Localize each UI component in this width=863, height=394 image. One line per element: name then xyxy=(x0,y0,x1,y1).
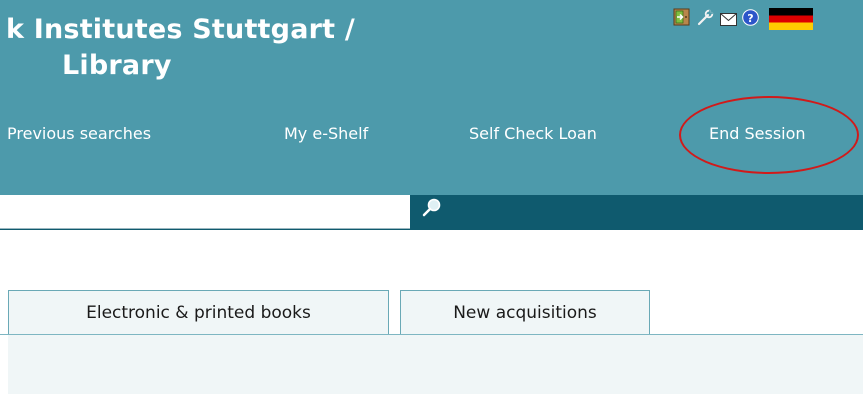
nav-self-check-loan[interactable]: Self Check Loan xyxy=(469,124,597,143)
help-icon[interactable]: ? xyxy=(742,8,759,26)
tab-content-panel xyxy=(8,335,863,394)
magnifier-icon xyxy=(414,198,450,230)
tab-new-acquisitions[interactable]: New acquisitions xyxy=(400,290,650,334)
header-icons: ? xyxy=(673,6,813,30)
library-title: k Institutes Stuttgart / Library xyxy=(6,12,355,84)
nav-my-e-shelf[interactable]: My e-Shelf xyxy=(284,124,368,143)
mail-icon[interactable] xyxy=(720,11,737,26)
german-flag-icon[interactable] xyxy=(769,8,813,30)
search-bar xyxy=(0,195,863,230)
search-input[interactable] xyxy=(0,195,410,229)
nav-end-session[interactable]: End Session xyxy=(709,124,806,143)
door-icon[interactable] xyxy=(673,8,690,26)
svg-text:?: ? xyxy=(747,11,753,24)
library-title-line1: k Institutes Stuttgart / xyxy=(6,14,355,45)
search-button[interactable] xyxy=(414,195,450,227)
nav-previous-searches[interactable]: Previous searches xyxy=(7,124,151,143)
main-nav: Previous searches My e-Shelf Self Check … xyxy=(0,120,863,150)
tab-electronic-printed-books[interactable]: Electronic & printed books xyxy=(8,290,389,334)
library-title-line2: Library xyxy=(62,50,172,81)
header: k Institutes Stuttgart / Library ? Previ… xyxy=(0,0,863,195)
wrench-icon[interactable] xyxy=(697,9,714,26)
